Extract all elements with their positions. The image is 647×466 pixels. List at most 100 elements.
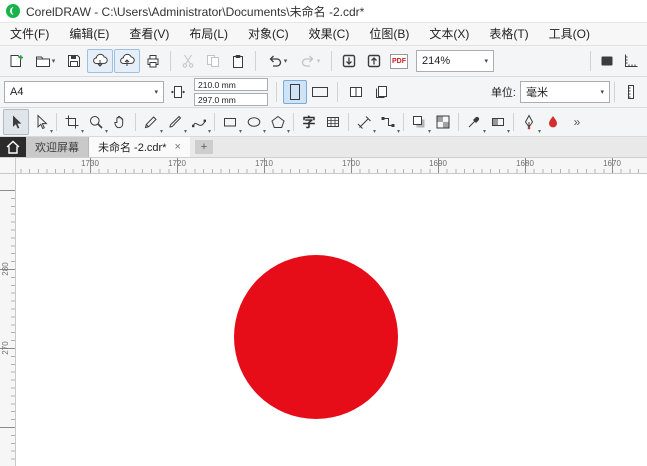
- page-area: [234, 255, 398, 419]
- interactive-fill-tool[interactable]: ▾: [486, 110, 510, 135]
- toolbar-separator: [331, 51, 332, 71]
- save-button[interactable]: [62, 49, 86, 73]
- menu-layout[interactable]: 布局(L): [179, 23, 238, 45]
- toolbar-separator: [276, 82, 277, 102]
- export-button[interactable]: [362, 49, 386, 73]
- more-chevron-icon: »: [573, 115, 581, 129]
- home-icon: [5, 139, 21, 155]
- page-size-select[interactable]: A4 ▾: [4, 81, 164, 103]
- parallel-dimension-tool[interactable]: ▾: [352, 110, 376, 135]
- coreldraw-logo-icon: [6, 4, 20, 18]
- chevron-down-icon: ▾: [600, 88, 604, 96]
- toolbar-separator: [255, 51, 256, 71]
- toolbox-separator: [214, 113, 215, 131]
- menu-view[interactable]: 查看(V): [119, 23, 179, 45]
- ruler-label: 1670: [603, 159, 621, 168]
- ellipse-tool[interactable]: ▾: [242, 110, 266, 135]
- portrait-icon: [290, 84, 300, 100]
- table-tool[interactable]: [321, 110, 345, 134]
- import-button[interactable]: [337, 49, 361, 73]
- toolbar-separator: [590, 51, 591, 71]
- undo-button[interactable]: ▾: [261, 49, 293, 73]
- zoom-tool[interactable]: ▾: [84, 110, 108, 135]
- polygon-tool[interactable]: ▾: [266, 110, 290, 135]
- new-document-button[interactable]: [4, 49, 28, 73]
- ruler-origin-button[interactable]: [0, 158, 16, 173]
- color-eyedropper-tool[interactable]: ▾: [462, 110, 486, 135]
- outline-pen-tool[interactable]: ▾: [517, 110, 541, 135]
- tab-welcome-screen[interactable]: 欢迎屏幕: [26, 137, 89, 157]
- menu-table[interactable]: 表格(T): [479, 23, 538, 45]
- tab-document-label: 未命名 -2.cdr*: [98, 142, 167, 154]
- all-pages-button[interactable]: [344, 80, 368, 104]
- page-dimensions-icon: [166, 80, 190, 104]
- menu-object[interactable]: 对象(C): [238, 23, 299, 45]
- drawing-canvas[interactable]: [16, 174, 647, 466]
- paste-button[interactable]: [226, 49, 250, 73]
- toolbar-separator: [170, 51, 171, 71]
- units-select[interactable]: 毫米 ▾: [520, 81, 610, 103]
- page-width-input[interactable]: [194, 78, 268, 91]
- zoom-level-value: 214%: [422, 55, 451, 67]
- print-button[interactable]: [141, 49, 165, 73]
- horizontal-ruler[interactable]: 1730 1720 1710 1700 1690 1680 1670: [0, 158, 647, 173]
- toolbox-separator: [513, 113, 514, 131]
- menu-text[interactable]: 文本(X): [419, 23, 479, 45]
- freehand-tool[interactable]: ▾: [139, 110, 163, 135]
- artistic-media-tool[interactable]: ▾: [163, 110, 187, 135]
- pan-tool[interactable]: [108, 110, 132, 134]
- units-label: 单位:: [490, 87, 516, 99]
- chevron-down-icon: ▾: [484, 57, 488, 65]
- vertical-ruler[interactable]: 280 270: [0, 174, 16, 466]
- tab-welcome-label: 欢迎屏幕: [35, 142, 79, 154]
- transparency-tool[interactable]: [431, 110, 455, 134]
- coreldraw-window: CorelDRAW - C:\Users\Administrator\Docum…: [0, 0, 647, 466]
- fullscreen-preview-button[interactable]: [595, 49, 619, 73]
- text-tool[interactable]: 字: [297, 110, 321, 134]
- rectangle-tool[interactable]: ▾: [218, 110, 242, 135]
- menu-bitmaps[interactable]: 位图(B): [359, 23, 419, 45]
- ruler-label: 270: [1, 341, 10, 355]
- portrait-button[interactable]: [283, 80, 307, 104]
- nudge-settings-icon[interactable]: [619, 80, 643, 104]
- toolbox-separator: [56, 113, 57, 131]
- chevron-down-icon: ▾: [51, 57, 56, 65]
- more-tools-button[interactable]: »: [565, 110, 589, 134]
- connector-tool[interactable]: ▾: [376, 110, 400, 135]
- menu-effects[interactable]: 效果(C): [299, 23, 360, 45]
- menu-edit[interactable]: 编辑(E): [59, 23, 119, 45]
- drop-shadow-tool[interactable]: ▾: [407, 110, 431, 135]
- ruler-label: 1720: [168, 159, 186, 168]
- units-value: 毫米: [526, 87, 548, 99]
- tab-document[interactable]: 未命名 -2.cdr* ×: [89, 137, 190, 157]
- menu-file[interactable]: 文件(F): [0, 23, 59, 45]
- fill-color-tool[interactable]: [541, 110, 565, 134]
- open-button[interactable]: ▾: [29, 49, 61, 73]
- ruler-label: 1690: [429, 159, 447, 168]
- home-tab[interactable]: [0, 137, 26, 157]
- page-height-input[interactable]: [194, 93, 268, 106]
- red-circle-shape[interactable]: [234, 255, 398, 419]
- zoom-level-select[interactable]: 214% ▾: [416, 50, 494, 72]
- new-tab-button[interactable]: +: [194, 140, 213, 154]
- toolbox-separator: [135, 113, 136, 131]
- page-dimensions-fields: [194, 78, 268, 106]
- open-from-cloud-button[interactable]: [87, 49, 113, 73]
- close-tab-icon[interactable]: ×: [174, 141, 180, 153]
- chevron-down-icon: ▾: [154, 88, 158, 96]
- crop-tool[interactable]: ▾: [60, 110, 84, 135]
- workspace: 280 270: [0, 174, 647, 466]
- save-to-cloud-button[interactable]: [114, 49, 140, 73]
- show-rulers-button[interactable]: [619, 49, 643, 73]
- landscape-button[interactable]: [309, 81, 331, 103]
- freehand-pick-tool[interactable]: ▾: [29, 110, 53, 135]
- standard-toolbar: ▾ ▾ ▾ PDF 214% ▾: [0, 46, 647, 77]
- pick-tool[interactable]: [3, 109, 29, 135]
- b-spline-tool[interactable]: ▾: [187, 110, 211, 135]
- document-tab-bar: 欢迎屏幕 未命名 -2.cdr* × +: [0, 137, 647, 158]
- current-page-button[interactable]: [370, 80, 394, 104]
- menu-tools[interactable]: 工具(O): [539, 23, 600, 45]
- toolbar-separator: [614, 82, 615, 102]
- publish-pdf-button[interactable]: PDF: [387, 49, 411, 73]
- menu-bar: 文件(F) 编辑(E) 查看(V) 布局(L) 对象(C) 效果(C) 位图(B…: [0, 23, 647, 46]
